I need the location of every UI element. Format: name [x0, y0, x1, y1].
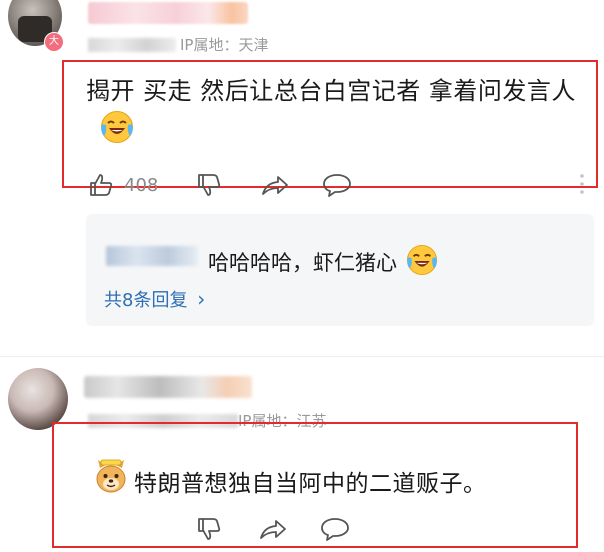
share-arrow-icon[interactable] [258, 516, 288, 542]
avatar[interactable] [8, 368, 68, 430]
timestamp-redacted [88, 38, 176, 52]
like-count: 408 [124, 175, 158, 196]
comment-text: 特朗普想独自当阿中的二道贩子。 [134, 464, 487, 498]
vertical-dots-icon[interactable] [578, 172, 586, 196]
laughing-tears-emoji [406, 244, 438, 276]
view-replies-link[interactable]: 共8条回复 › [104, 286, 205, 312]
username-redacted[interactable] [84, 376, 252, 398]
username-redacted[interactable] [88, 2, 248, 24]
reply-username-redacted[interactable] [106, 246, 198, 266]
chevron-right-icon: › [197, 287, 205, 311]
laughing-tears-emoji [100, 110, 134, 144]
avatar-badge: 大 [44, 32, 64, 52]
comment-text: 揭开 买走 然后让总台白宫记者 拿着问发言人 [86, 72, 596, 149]
reply-text: 哈哈哈哈，虾仁猪心 [208, 244, 438, 277]
comment-bubble-icon[interactable] [322, 172, 352, 198]
comment-bubble-icon[interactable] [320, 516, 350, 542]
dog-face-emoji [94, 458, 128, 494]
thumbs-up-icon[interactable] [88, 172, 114, 198]
share-arrow-icon[interactable] [260, 172, 290, 198]
thumbs-down-icon[interactable] [196, 516, 222, 542]
thumbs-down-icon[interactable] [196, 172, 222, 198]
comment-meta: IP属地：天津 [88, 34, 268, 55]
ip-location: IP属地：天津 [180, 36, 268, 54]
divider [0, 356, 604, 357]
